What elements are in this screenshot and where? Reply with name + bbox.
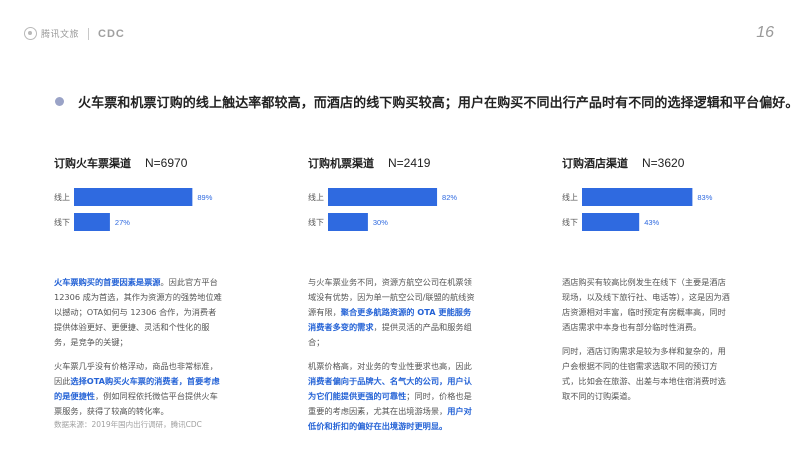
header: 腾讯文旅 CDC 16	[0, 0, 800, 60]
bar-chart-hotel: 线上 83% 线下 43%	[562, 188, 713, 231]
category-label: 线上	[308, 192, 324, 202]
bar	[582, 213, 640, 231]
headline: 火车票和机票订购的线上触达率都较高，而酒店的线下购买较高；用户在购买不同出行产品…	[55, 92, 799, 111]
description-hotel: 酒店购买有较高比例发生在线下（主要是酒店现场，以及线下旅行社、电话等），这是因为…	[562, 275, 732, 413]
value-label: 27%	[115, 218, 130, 227]
bar-chart-flight: 线上 82% 线下 30%	[308, 188, 457, 231]
bar	[582, 188, 693, 206]
body-text: 机票价格高，对业务的专业性要求也高，因此	[308, 361, 472, 371]
bar	[328, 213, 368, 231]
page-number: 16	[756, 24, 774, 41]
description-paragraph: 火车票几乎没有价格浮动，商品也非常标准，因此选择OTA购买火车票的消费者，首要考…	[54, 359, 224, 419]
value-label: 43%	[644, 218, 659, 227]
brand-logo: 腾讯文旅 CDC	[24, 27, 125, 40]
bullet-icon	[55, 97, 64, 106]
description-paragraph: 酒店购买有较高比例发生在线下（主要是酒店现场，以及线下旅行社、电话等），这是因为…	[562, 275, 732, 335]
panel-train: 订购火车票渠道 N=6970 线上 89% 线下 27% 火车票购买的首要因素是票源。因…	[54, 155, 264, 416]
body-text: 。因此官方平台12306 成为首选，其作为资源方的强势地位难以撼动；OTA如何与…	[54, 277, 222, 347]
body-text: 酒店购买有较高比例发生在线下（主要是酒店现场，以及线下旅行社、电话等），这是因为…	[562, 277, 730, 332]
tencent-logo-icon	[24, 27, 37, 40]
chart-title: 订购机票渠道 N=2419	[308, 155, 518, 171]
category-label: 线下	[54, 217, 70, 227]
description-flight: 与火车票业务不同，资源方航空公司在机票领域没有优势，因为单一航空公司/联盟的航线…	[308, 275, 478, 443]
value-label: 30%	[373, 218, 388, 227]
chart-title-text: 订购酒店渠道	[562, 157, 628, 170]
data-source: 数据来源：2019年国内出行调研，腾讯CDC	[54, 420, 202, 429]
value-label: 83%	[697, 193, 712, 202]
logo-cdc: CDC	[98, 27, 125, 40]
description-paragraph: 同时，酒店订购需求是较为多样和复杂的，用户会根据不同的住宿需求选取不同的预订方式…	[562, 344, 732, 404]
category-label: 线上	[54, 192, 70, 202]
description-train: 火车票购买的首要因素是票源。因此官方平台12306 成为首选，其作为资源方的强势…	[54, 275, 224, 428]
bar-chart-train: 线上 89% 线下 27%	[54, 188, 213, 231]
bar	[74, 213, 110, 231]
panel-hotel: 订购酒店渠道 N=3620 线上 83% 线下 43% 酒店购买有较高比例发生在线下（主…	[562, 155, 772, 401]
category-label: 线下	[308, 217, 324, 227]
chart-title-text: 订购机票渠道	[308, 157, 374, 170]
category-label: 线上	[562, 192, 578, 202]
highlighted-text: 火车票购买的首要因素是票源	[54, 277, 161, 287]
value-label: 89%	[197, 193, 212, 202]
chart-title: 订购酒店渠道 N=3620	[562, 155, 772, 171]
panel-flight: 订购机票渠道 N=2419 线上 82% 线下 30% 与火车票业务不同，资源方航空公司…	[308, 155, 518, 431]
value-label: 82%	[442, 193, 457, 202]
logo-divider	[88, 27, 90, 40]
sample-size: N=3620	[642, 156, 685, 170]
logo-text: 腾讯文旅	[41, 30, 80, 40]
description-paragraph: 机票价格高，对业务的专业性要求也高，因此消费者偏向于品牌大、名气大的公司，用户认…	[308, 359, 478, 434]
chart-title: 订购火车票渠道 N=6970	[54, 155, 264, 171]
headline-text: 火车票和机票订购的线上触达率都较高，而酒店的线下购买较高；用户在购买不同出行产品…	[78, 96, 799, 111]
description-paragraph: 火车票购买的首要因素是票源。因此官方平台12306 成为首选，其作为资源方的强势…	[54, 275, 224, 350]
description-paragraph: 与火车票业务不同，资源方航空公司在机票领域没有优势，因为单一航空公司/联盟的航线…	[308, 275, 478, 350]
bar	[328, 188, 438, 206]
category-label: 线下	[562, 217, 578, 227]
bar	[74, 188, 193, 206]
body-text: 同时，酒店订购需求是较为多样和复杂的，用户会根据不同的住宿需求选取不同的预订方式…	[562, 346, 726, 401]
sample-size: N=6970	[145, 156, 188, 170]
chart-title-text: 订购火车票渠道	[54, 157, 131, 170]
sample-size: N=2419	[388, 156, 431, 170]
